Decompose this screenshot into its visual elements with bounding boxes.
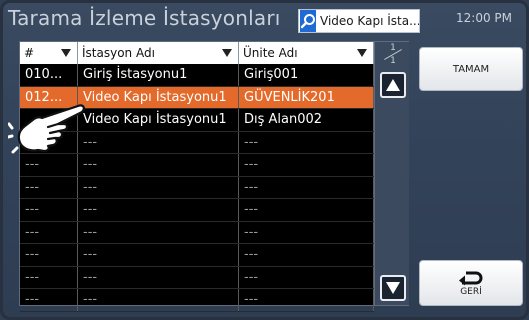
- table-row-empty[interactable]: --- --- ---: [20, 266, 374, 289]
- table-row-empty[interactable]: --- --- ---: [20, 176, 374, 199]
- arrow-up-icon: [386, 79, 400, 91]
- back-button[interactable]: GERİ: [419, 260, 523, 306]
- row-unit-name: ---: [239, 154, 374, 176]
- row-number: ---: [20, 221, 78, 243]
- page-indicator: 1 1: [383, 43, 403, 66]
- row-number: ---: [20, 244, 78, 266]
- row-station-name: Giriş İstasyonu1: [78, 64, 239, 86]
- row-station-name: ---: [78, 289, 239, 311]
- row-station-name: Video Kapı İstasyonu1: [78, 109, 239, 131]
- row-station-name: ---: [78, 221, 239, 243]
- arrow-down-icon: [386, 282, 400, 294]
- row-unit-name: ---: [239, 131, 374, 153]
- hand-pointer-icon: [8, 104, 85, 154]
- table-row-empty[interactable]: --- --- ---: [20, 221, 374, 244]
- row-unit-name: ---: [239, 221, 374, 243]
- row-unit-name: ---: [239, 266, 374, 288]
- row-unit-name: ---: [239, 176, 374, 198]
- table-row-empty[interactable]: --- --- ---: [20, 244, 374, 267]
- page-title: Tarama İzleme İstasyonları: [8, 6, 281, 30]
- row-station-name: ---: [78, 131, 239, 153]
- row-number: 010...: [20, 64, 78, 86]
- row-station-name: ---: [78, 199, 239, 221]
- row-number: ---: [20, 176, 78, 198]
- page-current: 1: [390, 43, 396, 53]
- row-station-name: Video Kapı İstasyonu1: [78, 86, 239, 108]
- row-unit-name: ---: [239, 244, 374, 266]
- table-row-empty[interactable]: --- --- ---: [20, 289, 374, 312]
- row-unit-name: ---: [239, 289, 374, 311]
- sort-down-triangle-icon[interactable]: [61, 49, 71, 57]
- sort-down-triangle-icon[interactable]: [357, 49, 367, 57]
- search-value[interactable]: Video Kapı İsta...: [320, 14, 419, 28]
- row-station-name: ---: [78, 244, 239, 266]
- table-row-empty[interactable]: --- --- ---: [20, 199, 374, 222]
- column-header-number[interactable]: #: [20, 42, 78, 64]
- back-button-label: GERİ: [460, 286, 482, 297]
- search-field[interactable]: Video Kapı İsta...: [298, 9, 420, 33]
- table-header: # İstasyon Adı Ünite Adı: [20, 42, 374, 64]
- row-number: ---: [20, 289, 78, 311]
- row-number: ---: [20, 199, 78, 221]
- column-header-station-name[interactable]: İstasyon Adı: [78, 42, 239, 64]
- row-unit-name: Dış Alan002: [239, 109, 374, 131]
- ok-button[interactable]: TAMAM: [419, 47, 523, 91]
- scroll-up-button[interactable]: [380, 72, 406, 98]
- search-icon[interactable]: [300, 10, 316, 32]
- column-header-label: İstasyon Adı: [82, 46, 155, 60]
- column-header-label: Ünite Adı: [243, 46, 298, 60]
- scroll-down-button[interactable]: [380, 275, 406, 301]
- row-station-name: ---: [78, 266, 239, 288]
- scrollbar[interactable]: 1 1: [374, 42, 409, 305]
- row-station-name: ---: [78, 154, 239, 176]
- row-unit-name: Giriş001: [239, 64, 374, 86]
- row-unit-name: GÜVENLİK201: [239, 86, 374, 108]
- row-number: ---: [20, 266, 78, 288]
- column-header-label: #: [24, 46, 35, 60]
- row-station-name: ---: [78, 176, 239, 198]
- ok-button-label: TAMAM: [452, 63, 490, 75]
- clock: 12:00 PM: [456, 11, 512, 25]
- return-arrow-icon: [459, 271, 483, 285]
- table-row[interactable]: 010... Giriş İstasyonu1 Giriş001: [20, 64, 374, 87]
- column-header-unit-name[interactable]: Ünite Adı: [239, 42, 374, 64]
- station-list: # İstasyon Adı Ünite Adı 010... Giriş İs…: [19, 41, 409, 312]
- sort-down-triangle-icon[interactable]: [222, 49, 232, 57]
- row-unit-name: ---: [239, 199, 374, 221]
